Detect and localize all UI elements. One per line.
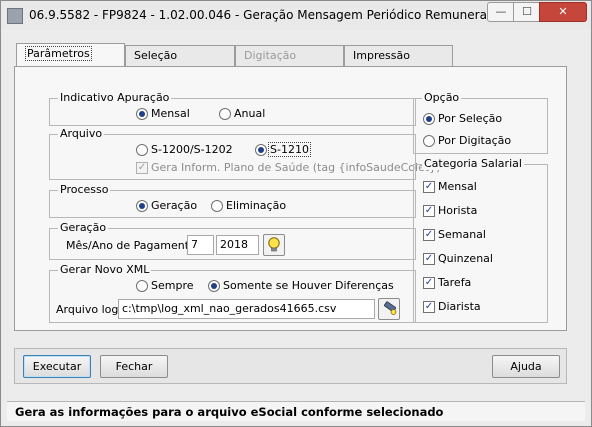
checkbox-diarista[interactable]: ✓: [423, 301, 435, 313]
checkbox-tarefa-label: Tarefa: [438, 276, 472, 289]
lightbulb-icon: [268, 237, 280, 252]
checkbox-semanal-label: Semanal: [438, 228, 486, 241]
executar-button[interactable]: Executar: [23, 355, 91, 378]
calendar-lookup-button[interactable]: [263, 234, 285, 256]
plano-saude-checkbox: ✓: [136, 162, 148, 174]
checkbox-mensal-label: Mensal: [438, 180, 477, 193]
radio-geracao[interactable]: [136, 200, 148, 212]
radio-mensal[interactable]: [136, 108, 148, 120]
year-input[interactable]: 2018: [216, 235, 259, 255]
opcao-group: Opção Por Seleção Por Digitação: [413, 91, 548, 154]
ajuda-button[interactable]: Ajuda: [492, 355, 560, 378]
gerar-xml-legend: Gerar Novo XML: [58, 263, 152, 276]
gerar-xml-group: Gerar Novo XML Sempre Somente se Houver …: [49, 263, 416, 323]
radio-anual[interactable]: [219, 108, 231, 120]
categoria-legend: Categoria Salarial: [422, 157, 524, 170]
categoria-group: Categoria Salarial ✓ Mensal ✓ Horista ✓ …: [413, 157, 548, 323]
tab-selecao[interactable]: Seleção: [125, 45, 235, 66]
parametros-panel: Indicativo Apuração Mensal Anual Arquivo…: [14, 66, 567, 331]
browse-log-button[interactable]: [378, 298, 400, 320]
log-path-input[interactable]: c:\tmp\log_xml_nao_gerados41665.csv: [118, 299, 375, 319]
minimize-button[interactable]: —: [487, 2, 515, 22]
tab-label: Seleção: [134, 49, 178, 62]
mes-ano-label: Mês/Ano de Pagamento:: [66, 239, 200, 252]
checkbox-diarista-label: Diarista: [438, 300, 481, 313]
button-bar: Executar Fechar Ajuda: [14, 348, 567, 384]
radio-s1200[interactable]: [136, 144, 148, 156]
radio-por-selecao[interactable]: [423, 113, 435, 125]
checkbox-horista-label: Horista: [438, 204, 478, 217]
tab-label: Parâmetros: [25, 46, 92, 61]
geracao-legend: Geração: [58, 221, 109, 234]
radio-s1210[interactable]: [255, 144, 267, 156]
radio-s1210-label: S-1210: [268, 142, 311, 157]
arquivo-group: Arquivo S-1200/S-1202 S-1210 ✓ Gera Info…: [49, 127, 440, 180]
title-bar: 06.9.5582 - FP9824 - 1.02.00.046 - Geraç…: [1, 1, 591, 29]
radio-anual-label: Anual: [234, 107, 266, 120]
processo-legend: Processo: [58, 183, 111, 196]
maximize-button[interactable]: ☐: [513, 2, 541, 22]
checkbox-semanal[interactable]: ✓: [423, 229, 435, 241]
checkbox-tarefa[interactable]: ✓: [423, 277, 435, 289]
checkbox-quinzenal-label: Quinzenal: [438, 252, 493, 265]
radio-s1200-label: S-1200/S-1202: [151, 143, 233, 156]
radio-sempre-label: Sempre: [151, 279, 194, 292]
main-window: 06.9.5582 - FP9824 - 1.02.00.046 - Geraç…: [0, 0, 592, 427]
status-bar: Gera as informações para o arquivo eSoci…: [7, 401, 585, 421]
radio-por-selecao-label: Por Seleção: [438, 112, 503, 125]
window-title: 06.9.5582 - FP9824 - 1.02.00.046 - Geraç…: [29, 8, 509, 22]
flashlight-icon: [384, 301, 397, 315]
indicativo-group: Indicativo Apuração Mensal Anual: [49, 91, 416, 126]
checkbox-quinzenal[interactable]: ✓: [423, 253, 435, 265]
tab-label: Digitação: [244, 49, 297, 62]
radio-mensal-label: Mensal: [151, 107, 190, 120]
geracao-group: Geração Mês/Ano de Pagamento: 7 2018: [49, 221, 416, 260]
radio-somente-diferencas[interactable]: [208, 280, 220, 292]
tab-digitacao: Digitação: [235, 45, 344, 66]
tab-impressao[interactable]: Impressão: [344, 45, 453, 66]
arquivo-legend: Arquivo: [58, 127, 105, 140]
checkbox-horista[interactable]: ✓: [423, 205, 435, 217]
fechar-button[interactable]: Fechar: [100, 355, 168, 378]
radio-por-digitacao-label: Por Digitação: [438, 134, 512, 147]
radio-eliminacao[interactable]: [211, 200, 223, 212]
close-button[interactable]: ✕: [539, 2, 587, 22]
month-input[interactable]: 7: [187, 235, 214, 255]
radio-eliminacao-label: Eliminação: [226, 199, 287, 212]
arquivo-log-label: Arquivo log:: [56, 303, 123, 316]
radio-sempre[interactable]: [136, 280, 148, 292]
radio-por-digitacao[interactable]: [423, 135, 435, 147]
tab-label: Impressão: [353, 49, 410, 62]
checkbox-mensal[interactable]: ✓: [423, 181, 435, 193]
app-icon: [7, 8, 23, 24]
radio-somente-diferencas-label: Somente se Houver Diferenças: [223, 279, 394, 292]
opcao-legend: Opção: [422, 91, 462, 104]
indicativo-legend: Indicativo Apuração: [58, 91, 172, 104]
radio-geracao-label: Geração: [151, 199, 198, 212]
processo-group: Processo Geração Eliminação: [49, 183, 416, 218]
tab-parametros[interactable]: Parâmetros: [16, 43, 125, 67]
plano-saude-label: Gera Inform. Plano de Saúde (tag {infoSa…: [151, 161, 441, 174]
